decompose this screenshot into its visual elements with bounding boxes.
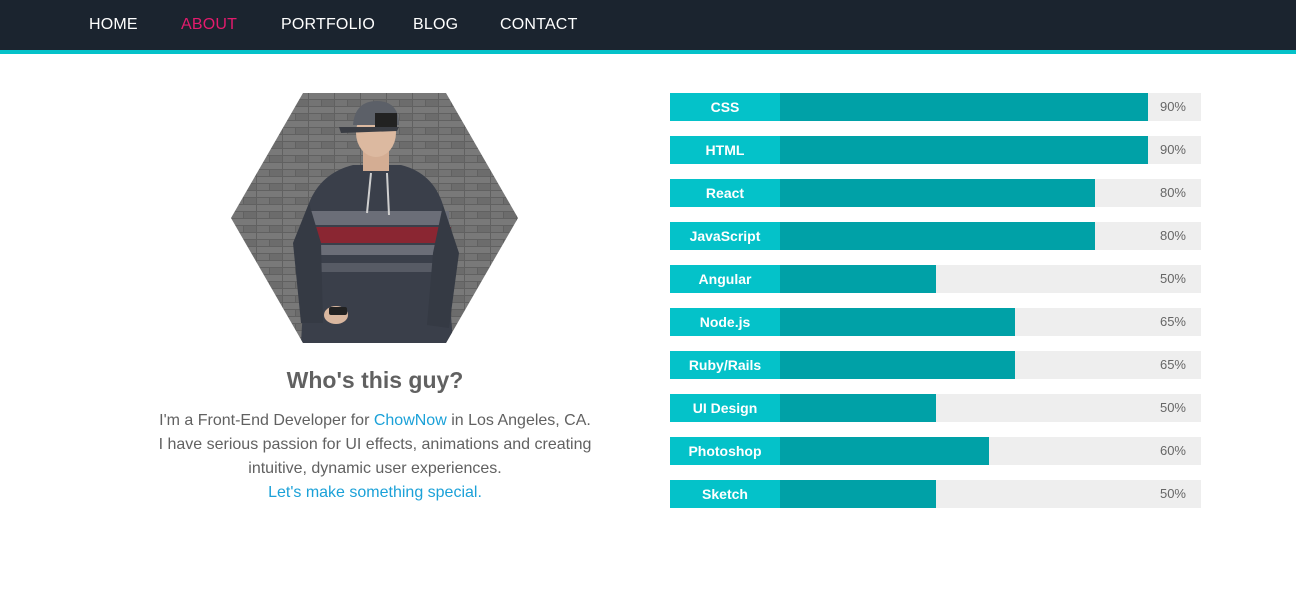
bio-line-2: I have serious passion for UI effects, a… bbox=[158, 436, 592, 453]
skill-bar: CSS 90% bbox=[670, 93, 1201, 121]
bio-line-1-post: in Los Angeles, CA. bbox=[446, 412, 591, 429]
skill-label: Angular bbox=[670, 265, 780, 293]
bio-line-3: intuitive, dynamic user experiences. bbox=[248, 460, 502, 477]
skill-bar: Ruby/Rails 65% bbox=[670, 351, 1201, 379]
skill-label: Photoshop bbox=[670, 437, 780, 465]
skill-label: React bbox=[670, 179, 780, 207]
skill-percent: 90% bbox=[1159, 142, 1186, 157]
skill-bar: React 80% bbox=[670, 179, 1201, 207]
skill-percent: 90% bbox=[1159, 99, 1186, 114]
skill-label: CSS bbox=[670, 93, 780, 121]
nav-about[interactable]: ABOUT bbox=[181, 16, 237, 34]
skill-percent: 65% bbox=[1159, 314, 1186, 329]
about-title: Who's this guy? bbox=[286, 367, 464, 393]
skill-label: Ruby/Rails bbox=[670, 351, 780, 379]
skill-bar: Node.js 65% bbox=[670, 308, 1201, 336]
skill-percent: 50% bbox=[1159, 486, 1186, 501]
nav-home[interactable]: HOME bbox=[89, 16, 138, 34]
skill-percent: 80% bbox=[1159, 185, 1186, 200]
bio-line-1-pre: I'm a Front-End Developer for bbox=[159, 412, 374, 429]
skill-bar: JavaScript 80% bbox=[670, 222, 1201, 250]
nav-blog[interactable]: BLOG bbox=[413, 16, 458, 34]
skill-percent: 65% bbox=[1159, 357, 1186, 372]
bio-text: I'm a Front-End Developer for ChowNow in… bbox=[130, 409, 620, 505]
nav-contact[interactable]: CONTACT bbox=[500, 16, 578, 34]
skill-bar: UI Design 50% bbox=[670, 394, 1201, 422]
bio-line-1: I'm a Front-End Developer for ChowNow in… bbox=[130, 409, 620, 433]
skill-percent: 80% bbox=[1159, 228, 1186, 243]
skill-label: JavaScript bbox=[670, 222, 780, 250]
nav-portfolio[interactable]: PORTFOLIO bbox=[281, 16, 375, 34]
company-link[interactable]: ChowNow bbox=[374, 412, 447, 429]
skill-percent: 50% bbox=[1159, 271, 1186, 286]
skill-bar: Sketch 50% bbox=[670, 480, 1201, 508]
profile-photo-hexagon bbox=[231, 93, 518, 343]
skill-label: Sketch bbox=[670, 480, 780, 508]
skill-label: Node.js bbox=[670, 308, 780, 336]
skill-percent: 60% bbox=[1159, 443, 1186, 458]
skill-bar: Photoshop 60% bbox=[670, 437, 1201, 465]
skill-bar: Angular 50% bbox=[670, 265, 1201, 293]
skills-list: CSS 90% HTML 90% React 80% JavaScript 80% An… bbox=[670, 93, 1201, 523]
skill-label: HTML bbox=[670, 136, 780, 164]
skill-percent: 50% bbox=[1159, 400, 1186, 415]
cta-link[interactable]: Let's make something special. bbox=[130, 481, 620, 505]
profile-photo bbox=[231, 93, 518, 343]
skill-label: UI Design bbox=[670, 394, 780, 422]
skill-bar: HTML 90% bbox=[670, 136, 1201, 164]
navbar: HOME ABOUT PORTFOLIO BLOG CONTACT bbox=[0, 0, 1296, 54]
